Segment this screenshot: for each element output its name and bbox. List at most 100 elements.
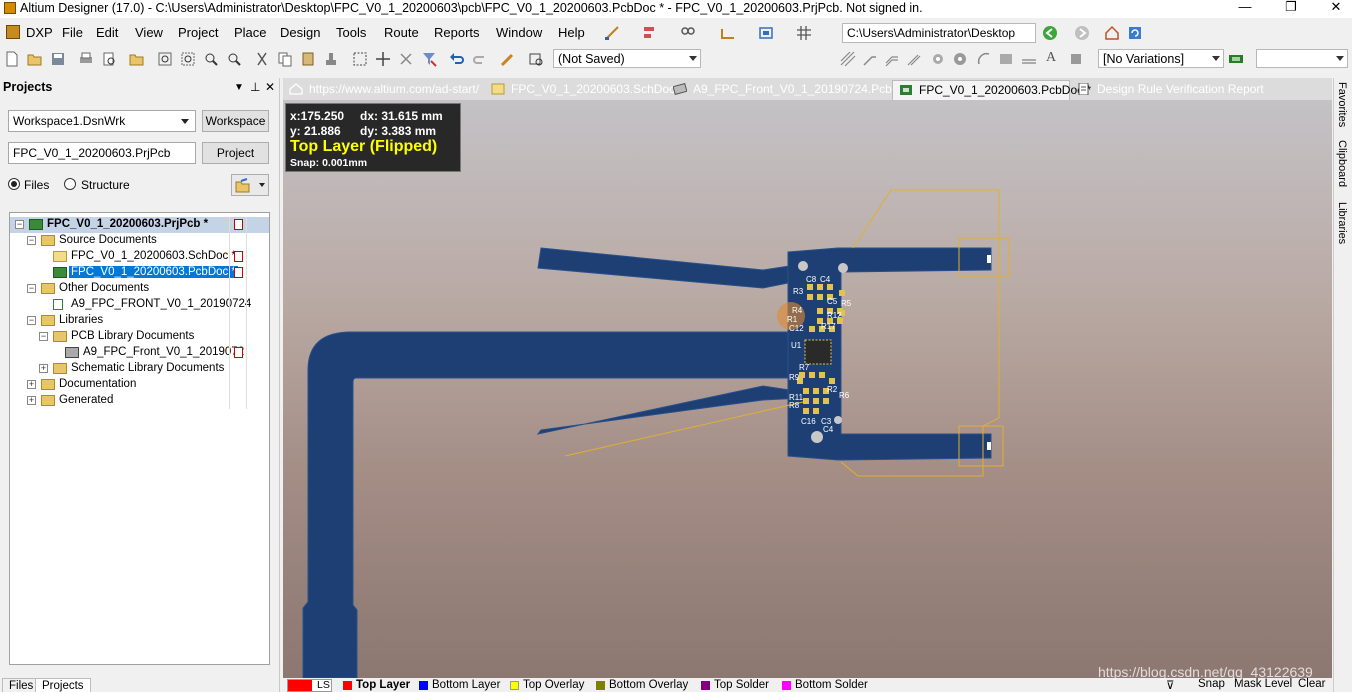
tab-drc-report[interactable]: Design Rule Verification Report: [1071, 80, 1271, 100]
zoom-area-icon[interactable]: [180, 51, 196, 67]
tab-pcbdoc[interactable]: FPC_V0_1_20200603.PcbDoc *: [892, 80, 1091, 100]
move-icon[interactable]: [375, 51, 391, 67]
forward-icon[interactable]: [1074, 25, 1090, 41]
save-icon[interactable]: [50, 51, 66, 67]
projects-panel-tab[interactable]: Projects: [35, 678, 91, 692]
print-preview-icon[interactable]: [101, 51, 117, 67]
zoom-filter-icon[interactable]: [226, 51, 242, 67]
menu-help[interactable]: Help: [558, 25, 585, 40]
open-project-icon[interactable]: [129, 51, 145, 67]
copy-icon[interactable]: [277, 51, 293, 67]
workspace-combo[interactable]: Workspace1.DsnWrk: [8, 110, 196, 132]
menu-project[interactable]: Project: [178, 25, 218, 40]
tree-row[interactable]: FPC_V0_1_20200603.SchDoc *: [10, 249, 269, 265]
diff-pair-icon[interactable]: [884, 51, 900, 67]
project-options-button[interactable]: [231, 174, 269, 196]
print-icon[interactable]: [78, 51, 94, 67]
expand-icon[interactable]: +: [39, 364, 48, 373]
component-icon[interactable]: [1068, 51, 1084, 67]
menu-route[interactable]: Route: [384, 25, 419, 40]
layer-tab-bottom-layer[interactable]: Bottom Layer: [419, 679, 500, 691]
string-tool-icon[interactable]: A: [1046, 50, 1056, 66]
polygon-icon[interactable]: [1021, 51, 1037, 67]
project-button[interactable]: Project: [202, 142, 269, 164]
redo-icon[interactable]: [472, 51, 488, 67]
menu-view[interactable]: View: [135, 25, 163, 40]
deselect-icon[interactable]: [398, 51, 414, 67]
extra-combo[interactable]: [1256, 49, 1348, 68]
menu-dxp[interactable]: DXP: [26, 25, 53, 40]
close-panel-icon[interactable]: ✕: [265, 80, 275, 94]
pcb-board-view[interactable]: C8 C4R3C5 R5R4R1 R12R17C12U1R7R9R2R6R11R8C1…: [283, 100, 1332, 678]
menu-edit[interactable]: Edit: [96, 25, 118, 40]
pcb-canvas[interactable]: C8 C4 R3 C5 R5 R4 R1 R12 R17 C12 U1 R7 R9 R2 R6 R11 R8 C1…: [283, 100, 1332, 678]
menu-window[interactable]: Window: [496, 25, 542, 40]
tree-row[interactable]: − Libraries: [10, 313, 269, 329]
layer-tab-bottom-overlay[interactable]: Bottom Overlay: [596, 679, 688, 691]
arc-icon[interactable]: [976, 51, 992, 67]
tab-favorites[interactable]: Favorites: [1336, 82, 1348, 127]
layer-tab-top-layer[interactable]: Top Layer: [343, 679, 410, 691]
cross-probe-icon[interactable]: [500, 51, 516, 67]
variations-combo[interactable]: [No Variations]: [1098, 49, 1224, 68]
filter-icon[interactable]: ⊽: [1166, 678, 1174, 692]
browse-components-icon[interactable]: [528, 51, 544, 67]
zoom-selected-icon[interactable]: [203, 51, 219, 67]
home-icon[interactable]: [1104, 25, 1120, 41]
rubber-stamp-icon[interactable]: [323, 51, 339, 67]
cut-icon[interactable]: [254, 51, 270, 67]
room-icon[interactable]: [758, 25, 774, 41]
zoom-fit-icon[interactable]: [157, 51, 173, 67]
menu-design[interactable]: Design: [280, 25, 320, 40]
back-icon[interactable]: [1042, 25, 1058, 41]
expand-icon[interactable]: +: [27, 396, 36, 405]
paste-icon[interactable]: [300, 51, 316, 67]
tab-libraries[interactable]: Libraries: [1336, 202, 1348, 244]
fill-icon[interactable]: [998, 51, 1014, 67]
menu-tools[interactable]: Tools: [336, 25, 366, 40]
pad-icon[interactable]: [930, 51, 946, 67]
tree-row[interactable]: + Generated: [10, 393, 269, 409]
menu-file[interactable]: File: [62, 25, 83, 40]
layer-set-button[interactable]: LS: [287, 679, 332, 692]
select-area-icon[interactable]: [352, 51, 368, 67]
hatch-icon[interactable]: [840, 51, 856, 67]
tab-start-page[interactable]: https://www.altium.com/ad-start/: [283, 80, 483, 100]
document-path-field[interactable]: C:\Users\Administrator\Desktop: [842, 23, 1036, 43]
multi-route-icon[interactable]: [906, 51, 922, 67]
minimize-button[interactable]: —: [1222, 0, 1268, 18]
layer-tab-top-overlay[interactable]: Top Overlay: [510, 679, 584, 691]
tree-row[interactable]: − Other Documents: [10, 281, 269, 297]
board-insight-icon[interactable]: [1228, 51, 1244, 67]
clear-filter-icon[interactable]: [421, 51, 437, 67]
collapse-icon[interactable]: −: [27, 284, 36, 293]
layer-tab-bottom-solder[interactable]: Bottom Solder: [782, 679, 868, 691]
maximize-button[interactable]: ❐: [1268, 0, 1314, 18]
layer-tab-top-solder[interactable]: Top Solder: [701, 679, 769, 691]
select-filter-icon[interactable]: [680, 25, 696, 41]
expand-icon[interactable]: +: [27, 380, 36, 389]
open-folder-icon[interactable]: [27, 51, 43, 67]
route-tool-icon[interactable]: [862, 51, 878, 67]
workspace-button[interactable]: Workspace: [202, 110, 269, 132]
tree-row[interactable]: A9_FPC_Front_V0_1_2019072: [10, 345, 269, 361]
interactive-route-icon[interactable]: [604, 25, 620, 41]
grid-icon[interactable]: [796, 25, 812, 41]
collapse-icon[interactable]: −: [27, 236, 36, 245]
files-radio[interactable]: [8, 178, 20, 190]
collapse-icon[interactable]: −: [39, 332, 48, 341]
tree-row[interactable]: + Schematic Library Documents: [10, 361, 269, 377]
undo-icon[interactable]: [449, 51, 465, 67]
new-file-icon[interactable]: [4, 51, 20, 67]
tree-row[interactable]: − FPC_V0_1_20200603.PrjPcb *: [10, 217, 269, 233]
menu-reports[interactable]: Reports: [434, 25, 480, 40]
tree-row[interactable]: A9_FPC_FRONT_V0_1_20190724: [10, 297, 269, 313]
panel-menu-icon[interactable]: ▼: [234, 82, 244, 93]
tab-schdoc[interactable]: FPC_V0_1_20200603.SchDoc *: [485, 80, 683, 100]
tree-row[interactable]: − Source Documents: [10, 233, 269, 249]
saved-state-combo[interactable]: (Not Saved): [553, 49, 701, 68]
collapse-icon[interactable]: −: [15, 220, 24, 229]
align-icon[interactable]: [642, 25, 658, 41]
refresh-icon[interactable]: [1127, 25, 1143, 41]
tree-row[interactable]: + Documentation: [10, 377, 269, 393]
